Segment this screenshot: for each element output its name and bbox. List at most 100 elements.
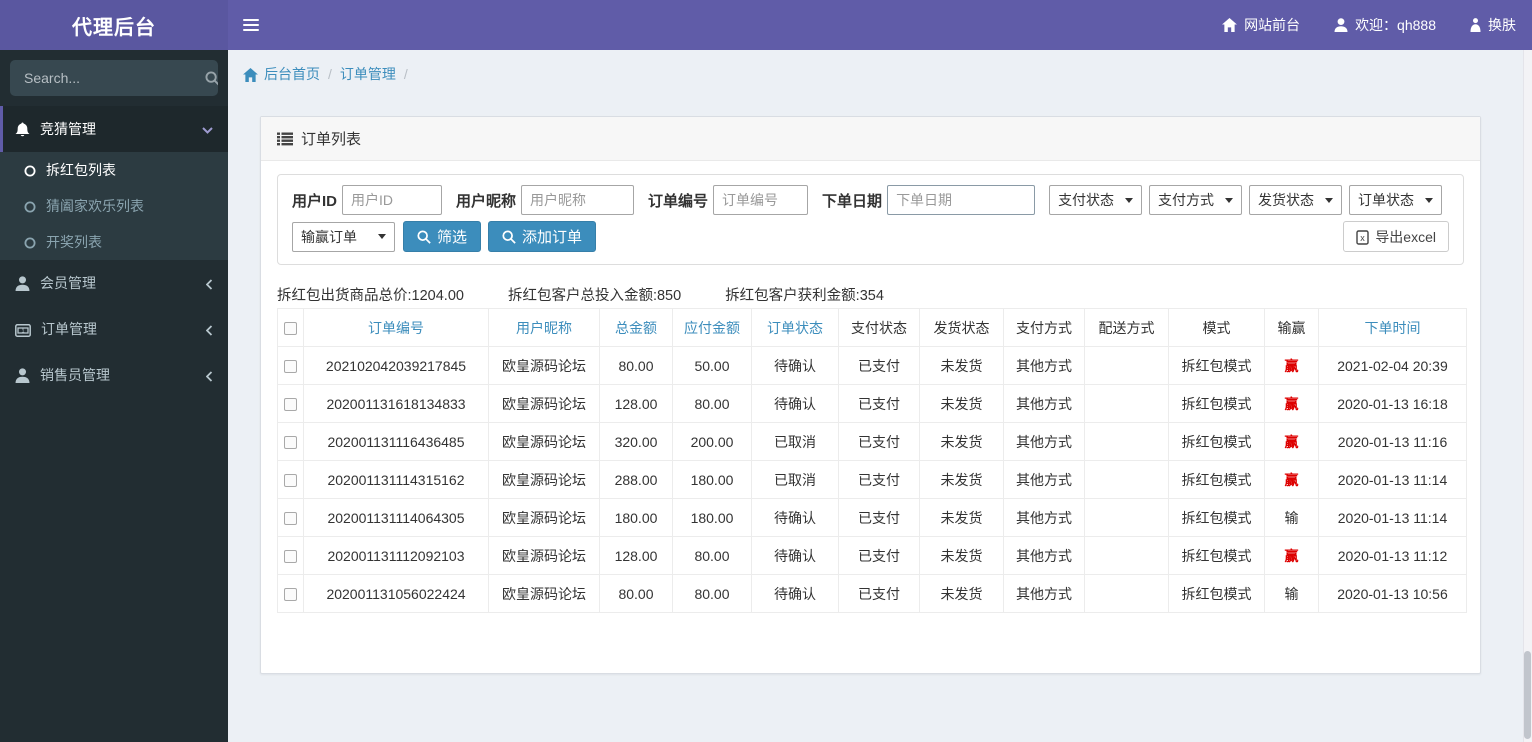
order-no-label: 订单编号 xyxy=(648,192,709,210)
scrollbar-track[interactable] xyxy=(1523,50,1532,742)
order-status-select[interactable]: 订单状态 xyxy=(1349,185,1442,215)
table-row: 202001131116436485 欧皇源码论坛 320.00 200.00 … xyxy=(277,422,1467,461)
select-all-checkbox[interactable] xyxy=(284,322,297,336)
sidebar-item-huiyuan-guanli[interactable]: 会员管理 xyxy=(0,260,228,306)
pay-method-select-value: 支付方式 xyxy=(1158,192,1215,208)
svg-text:1: 1 xyxy=(21,328,24,334)
sidebar-search-button[interactable] xyxy=(205,60,218,96)
cell-order-status: 待确认 xyxy=(751,384,839,423)
circle-icon xyxy=(24,198,36,214)
cell-delivery xyxy=(1084,384,1169,423)
cell-winloss: 赢 xyxy=(1264,384,1319,423)
row-checkbox[interactable] xyxy=(284,512,297,526)
pay-status-select[interactable]: 支付状态 xyxy=(1049,185,1143,215)
col-winloss: 输赢 xyxy=(1264,308,1319,347)
sidebar-item-caihejiahuanle-list[interactable]: 猜阖家欢乐列表 xyxy=(0,188,228,224)
col-mode: 模式 xyxy=(1168,308,1265,347)
sidebar-item-jingcai-guanli[interactable]: 竞猜管理 xyxy=(0,106,228,152)
nav-change-skin-label: 换肤 xyxy=(1488,17,1516,33)
breadcrumb-home-link[interactable]: 后台首页 xyxy=(243,64,320,84)
cell-ship-status: 未发货 xyxy=(919,384,1004,423)
cell-delivery xyxy=(1084,422,1169,461)
caret-down-icon xyxy=(1325,197,1334,203)
filter-button[interactable]: 筛选 xyxy=(403,221,482,252)
cell-nickname: 欧皇源码论坛 xyxy=(488,574,600,613)
pay-method-select[interactable]: 支付方式 xyxy=(1149,185,1243,215)
cell-ship-status: 未发货 xyxy=(919,460,1004,499)
cell-total: 128.00 xyxy=(599,384,673,423)
caret-down-icon xyxy=(1125,197,1134,203)
cell-time: 2020-01-13 16:18 xyxy=(1318,384,1467,423)
cell-winloss: 赢 xyxy=(1264,422,1319,461)
cell-nickname: 欧皇源码论坛 xyxy=(488,498,600,537)
nickname-label: 用户昵称 xyxy=(456,192,517,210)
col-nickname[interactable]: 用户昵称 xyxy=(488,308,600,347)
cell-mode: 拆红包模式 xyxy=(1168,422,1265,461)
winloss-select[interactable]: 输赢订单 xyxy=(292,221,395,252)
add-order-button[interactable]: 添加订单 xyxy=(488,221,597,252)
col-delivery: 配送方式 xyxy=(1084,308,1169,347)
cell-pay-status: 已支付 xyxy=(838,422,920,461)
ship-status-select[interactable]: 发货状态 xyxy=(1249,185,1343,215)
app-logo[interactable]: 代理后台 xyxy=(0,0,228,50)
cell-order-no: 202001131618134833 xyxy=(303,384,489,423)
table-row: 202001131114315162 欧皇源码论坛 288.00 180.00 … xyxy=(277,460,1467,499)
breadcrumb-current-link[interactable]: 订单管理 xyxy=(340,64,396,84)
row-checkbox[interactable] xyxy=(284,360,297,374)
col-payable[interactable]: 应付金额 xyxy=(672,308,752,347)
breadcrumb-separator: / xyxy=(328,66,332,82)
cell-pay-method: 其他方式 xyxy=(1003,384,1085,423)
row-checkbox[interactable] xyxy=(284,398,297,412)
sidebar-item-kaijiang-list[interactable]: 开奖列表 xyxy=(0,224,228,260)
sidebar-search xyxy=(10,60,218,96)
sidebar-item-label: 竞猜管理 xyxy=(40,121,96,137)
summary-bar: 拆红包出货商品总价:1204.00 拆红包客户总投入金额:850 拆红包客户获利… xyxy=(277,284,1464,305)
caret-down-icon xyxy=(378,234,386,239)
order-no-input[interactable] xyxy=(713,185,809,215)
sidebar-item-dingdan-guanli[interactable]: 1 订单管理 xyxy=(0,306,228,352)
user-id-label: 用户ID xyxy=(292,192,338,210)
sidebar-item-xiaoshouyuan-guanli[interactable]: 销售员管理 xyxy=(0,352,228,398)
summary-total-goods: 拆红包出货商品总价:1204.00 xyxy=(277,288,464,304)
cell-total: 320.00 xyxy=(599,422,673,461)
cell-winloss: 赢 xyxy=(1264,346,1319,385)
cell-pay-method: 其他方式 xyxy=(1003,422,1085,461)
row-checkbox[interactable] xyxy=(284,588,297,602)
breadcrumb-separator: / xyxy=(403,66,408,82)
col-order-status[interactable]: 订单状态 xyxy=(751,308,839,347)
caret-down-icon xyxy=(1225,197,1234,203)
row-checkbox[interactable] xyxy=(284,550,297,564)
cell-pay-status: 已支付 xyxy=(838,460,920,499)
row-checkbox[interactable] xyxy=(284,474,297,488)
caret-down-icon xyxy=(1425,197,1433,203)
sidebar-search-input[interactable] xyxy=(10,70,205,86)
circle-icon xyxy=(24,162,36,178)
nav-change-skin-link[interactable]: 换肤 xyxy=(1470,15,1516,35)
nav-site-front-link[interactable]: 网站前台 xyxy=(1222,15,1300,35)
user-id-input[interactable] xyxy=(342,185,443,215)
cell-order-no: 202001131112092103 xyxy=(303,536,489,575)
order-date-input[interactable] xyxy=(887,185,1036,215)
cell-pay-method: 其他方式 xyxy=(1003,536,1085,575)
cell-ship-status: 未发货 xyxy=(919,574,1004,613)
filter-well: 用户ID 用户昵称 订单编号 下单日期 支付状态 支付方式 xyxy=(277,174,1464,265)
sidebar-menu: 竞猜管理 拆红包列表 猜阖家欢乐列表 开奖列表 会员管理 1 订单管理 销售员管… xyxy=(0,106,228,398)
credit-card-icon: 1 xyxy=(15,321,31,337)
excel-file-icon: x xyxy=(1356,228,1370,245)
cell-payable: 80.00 xyxy=(672,574,752,613)
sidebar-item-chaihongbao-list[interactable]: 拆红包列表 xyxy=(0,152,228,188)
nickname-input[interactable] xyxy=(521,185,635,215)
nav-welcome-user[interactable]: 欢迎：qh888 xyxy=(1334,15,1436,35)
col-total[interactable]: 总金额 xyxy=(599,308,673,347)
sidebar-toggle-button[interactable] xyxy=(228,0,274,50)
cell-order-status: 已取消 xyxy=(751,422,839,461)
col-order-no[interactable]: 订单编号 xyxy=(303,308,489,347)
col-time[interactable]: 下单时间 xyxy=(1318,308,1467,347)
export-excel-button[interactable]: x 导出excel xyxy=(1343,221,1449,252)
main-content: 后台首页 / 订单管理 / 订单列表 用户ID 用户昵称 订单编号 xyxy=(228,50,1532,742)
table-row: 202001131114064305 欧皇源码论坛 180.00 180.00 … xyxy=(277,498,1467,537)
row-checkbox[interactable] xyxy=(284,436,297,450)
order-list-panel: 订单列表 用户ID 用户昵称 订单编号 下单日期 支付状态 xyxy=(260,116,1481,674)
scrollbar-thumb[interactable] xyxy=(1524,651,1531,739)
select-all-cell xyxy=(277,308,304,347)
